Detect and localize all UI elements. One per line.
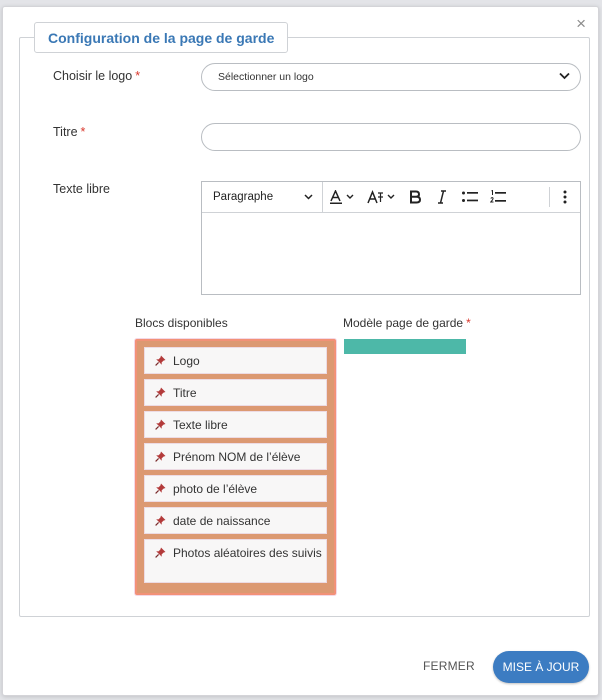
more-options-icon xyxy=(563,190,567,204)
heading-value: Paragraphe xyxy=(213,191,274,203)
required-mark: * xyxy=(135,69,141,83)
pin-icon xyxy=(155,483,166,494)
bulleted-list-icon xyxy=(462,191,478,202)
editor-content-area[interactable] xyxy=(202,213,580,295)
close-icon[interactable]: × xyxy=(576,15,586,32)
block-item-logo[interactable]: Logo xyxy=(144,347,327,374)
block-item-photo-eleve[interactable]: photo de l’élève xyxy=(144,475,327,502)
logo-select[interactable]: Sélectionner un logo xyxy=(201,63,581,91)
cover-model-dropzone[interactable] xyxy=(344,339,466,354)
heading-dropdown[interactable]: Paragraphe xyxy=(202,182,323,212)
bold-icon xyxy=(409,190,421,204)
pin-icon xyxy=(155,547,166,558)
free-text-label: Texte libre xyxy=(53,182,110,196)
font-size-button[interactable] xyxy=(363,182,401,212)
title-input[interactable] xyxy=(201,123,581,151)
font-color-button[interactable] xyxy=(323,182,363,212)
logo-select-value: Sélectionner un logo xyxy=(218,71,314,83)
required-mark: * xyxy=(466,316,471,330)
dialog-title: Configuration de la page de garde xyxy=(34,22,289,53)
bulleted-list-button[interactable] xyxy=(455,182,485,212)
cover-model-label: Modèle page de garde * xyxy=(343,316,471,330)
available-blocks-list: Logo Titre Texte libre Prénom NOM de l’é… xyxy=(135,339,336,595)
italic-button[interactable] xyxy=(428,182,455,212)
pin-icon xyxy=(155,451,166,462)
italic-icon xyxy=(437,190,446,204)
numbered-list-icon xyxy=(490,190,506,203)
config-fieldset: Configuration de la page de garde Choisi… xyxy=(19,22,590,617)
cover-page-config-dialog: × Configuration de la page de garde Choi… xyxy=(2,6,599,696)
block-item-photos-aleatoires[interactable]: Photos aléatoires des suivis xyxy=(144,539,327,583)
font-color-icon xyxy=(330,190,354,204)
pin-icon xyxy=(155,515,166,526)
pin-icon xyxy=(155,387,166,398)
available-blocks-label: Blocs disponibles xyxy=(135,316,228,330)
block-item-texte-libre[interactable]: Texte libre xyxy=(144,411,327,438)
chevron-down-icon xyxy=(559,72,570,80)
title-label: Titre * xyxy=(53,125,86,139)
block-item-prenom-nom[interactable]: Prénom NOM de l’élève xyxy=(144,443,327,470)
pin-icon xyxy=(155,355,166,366)
logo-label: Choisir le logo * xyxy=(53,69,141,83)
pin-icon xyxy=(155,419,166,430)
block-item-titre[interactable]: Titre xyxy=(144,379,327,406)
block-item-date-naissance[interactable]: date de naissance xyxy=(144,507,327,534)
numbered-list-button[interactable] xyxy=(485,182,511,212)
bold-button[interactable] xyxy=(401,182,428,212)
more-options-button[interactable] xyxy=(550,182,580,212)
rich-text-editor: Paragraphe xyxy=(201,181,581,295)
update-button[interactable]: MISE À JOUR xyxy=(493,651,589,683)
required-mark: * xyxy=(80,125,86,139)
editor-toolbar: Paragraphe xyxy=(202,182,580,213)
close-button[interactable]: FERMER xyxy=(423,659,475,673)
font-size-icon xyxy=(367,190,395,204)
chevron-down-icon xyxy=(304,194,313,200)
